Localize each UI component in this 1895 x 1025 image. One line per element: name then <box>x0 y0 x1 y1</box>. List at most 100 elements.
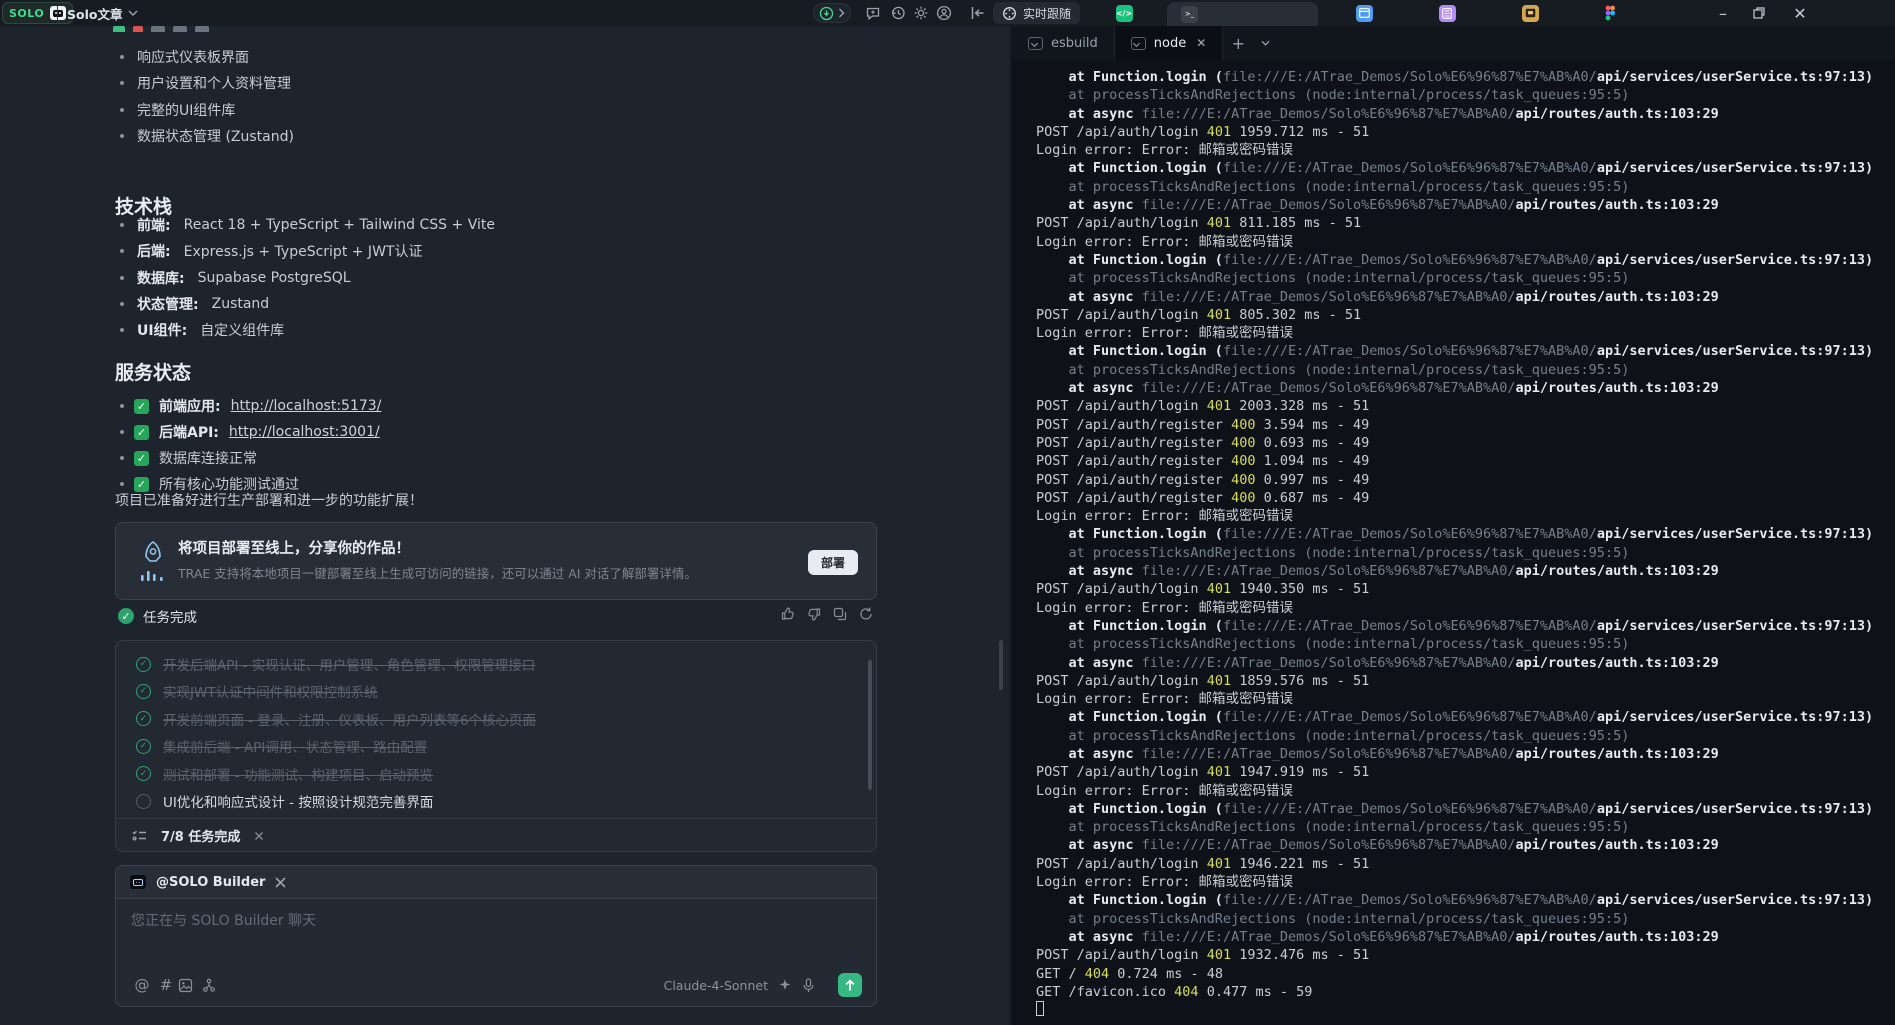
chat-agent-header: @SOLO Builder <box>116 866 876 899</box>
terminal-line: at Function.login (file:///E:/ATrae_Demo… <box>1036 68 1895 86</box>
tab-list-tool[interactable] <box>1438 4 1456 22</box>
settings-gear-button[interactable] <box>912 4 930 22</box>
terminal-line: at Function.login (file:///E:/ATrae_Demo… <box>1036 159 1895 177</box>
terminal-tab-esbuild[interactable]: esbuild <box>1012 26 1115 60</box>
mcp-tools-button[interactable] <box>202 978 226 993</box>
chat-input-card: @SOLO Builder 您正在与 SOLO Builder 聊天 @ # C… <box>115 865 877 1007</box>
chat-panel: 响应式仪表板界面用户设置和个人资料管理完整的UI组件库数据状态管理 (Zusta… <box>0 26 1010 1025</box>
history-button[interactable] <box>889 4 907 22</box>
task-done-icon: ✓ <box>136 739 151 754</box>
thumbs-up-icon[interactable] <box>780 606 796 622</box>
list-item-text: 完整的UI组件库 <box>137 100 235 120</box>
package-icon <box>1522 5 1539 22</box>
terminal-line: at async file:///E:/ATrae_Demos/Solo%E6%… <box>1036 928 1895 946</box>
bullet-dot <box>120 482 124 486</box>
terminal-line: POST /api/auth/login 401 1940.350 ms - 5… <box>1036 580 1895 598</box>
terminal-output[interactable]: at Function.login (file:///E:/ATrae_Demo… <box>1036 68 1895 1025</box>
localhost-link[interactable]: http://localhost:3001/ <box>229 424 380 440</box>
window-close-button[interactable]: ✕ <box>1783 0 1817 26</box>
terminal-line: at processTicksAndRejections (node:inter… <box>1036 178 1895 196</box>
model-selector[interactable]: Claude-4-Sonnet <box>664 978 768 993</box>
localhost-link[interactable]: http://localhost:5173/ <box>231 398 382 414</box>
terminal-line: at async file:///E:/ATrae_Demos/Solo%E6%… <box>1036 288 1895 306</box>
check-circle-icon: ✓ <box>118 608 134 624</box>
tab-browser-tool[interactable] <box>1355 4 1373 22</box>
window-minimize-button[interactable]: – <box>1706 0 1740 26</box>
list-item: 后端: Express.js + TypeScript + JWT认证 <box>120 238 880 264</box>
task-row: ✓实现JWT认证中间件和权限控制系统 <box>136 680 836 702</box>
panel-scrollbar[interactable] <box>999 640 1003 690</box>
collapse-left-button[interactable] <box>969 4 987 22</box>
terminal-line: Login error: Error: 邮箱或密码错误 <box>1036 233 1895 251</box>
tech-value: 自定义组件库 <box>200 320 284 340</box>
mention-button[interactable]: @ <box>130 976 154 994</box>
task-list-scrollbar[interactable] <box>868 660 872 790</box>
task-text: 实现JWT认证中间件和权限控制系统 <box>163 681 378 701</box>
send-button[interactable] <box>838 973 862 997</box>
tab-terminal-tool[interactable]: >_ <box>1167 2 1318 26</box>
task-row: ✓ 集成前后端 - API调用、状态管理、路由配置 <box>136 735 836 757</box>
terminal-line: at async file:///E:/ATrae_Demos/Solo%E6%… <box>1036 379 1895 397</box>
new-terminal-button[interactable]: + <box>1223 26 1253 60</box>
terminal-line: at Function.login (file:///E:/ATrae_Demo… <box>1036 800 1895 818</box>
tech-label: 数据库: <box>137 268 185 288</box>
terminal-tab-node[interactable]: node✕ <box>1115 26 1224 60</box>
task-text: UI优化和响应式设计 - 按照设计规范完善界面 <box>163 791 433 811</box>
copy-icon[interactable] <box>832 606 848 622</box>
terminal-dropdown-button[interactable] <box>1253 26 1277 60</box>
refresh-icon[interactable] <box>858 606 874 622</box>
download-circle-icon <box>819 6 834 21</box>
enhance-prompt-icon[interactable] <box>778 978 802 992</box>
terminal-line: POST /api/auth/login 401 1859.576 ms - 5… <box>1036 672 1895 690</box>
task-complete-status: ✓ 任务完成 <box>118 604 197 628</box>
terminal-line: POST /api/auth/login 401 805.302 ms - 51 <box>1036 306 1895 324</box>
chat-input[interactable]: 您正在与 SOLO Builder 聊天 <box>131 910 316 930</box>
account-button[interactable] <box>935 4 953 22</box>
tab-package-tool[interactable] <box>1521 4 1539 22</box>
window-restore-button[interactable] <box>1742 0 1776 26</box>
new-chat-button[interactable] <box>864 4 882 22</box>
terminal-line: POST /api/auth/login 401 1946.221 ms - 5… <box>1036 855 1895 873</box>
terminal-line: Login error: Error: 邮箱或密码错误 <box>1036 507 1895 525</box>
terminal-line: at processTicksAndRejections (node:inter… <box>1036 269 1895 287</box>
list-item: 数据库: Supabase PostgreSQL <box>120 265 880 291</box>
task-text: 集成前后端 - API调用、状态管理、路由配置 <box>163 736 427 756</box>
tab-code-preview[interactable]: </> <box>1115 4 1133 22</box>
terminal-line: at processTicksAndRejections (node:inter… <box>1036 544 1895 562</box>
list-item-text: 响应式仪表板界面 <box>137 47 249 67</box>
deploy-status-pill[interactable] <box>813 3 851 23</box>
task-pending-icon <box>136 794 151 809</box>
realtime-follow-toggle[interactable]: 实时跟随 <box>993 2 1080 24</box>
task-row: ✓开发后端API - 实现认证、用户管理、角色管理、权限管理接口 <box>136 653 836 675</box>
chevron-right-icon <box>838 8 845 18</box>
context-button[interactable]: # <box>154 976 178 994</box>
image-attach-button[interactable] <box>178 978 202 993</box>
task-footer: 7/8 任务完成 <box>116 819 876 852</box>
terminal-line: POST /api/auth/register 400 3.594 ms - 4… <box>1036 416 1895 434</box>
task-progress-label: 7/8 任务完成 <box>161 826 240 845</box>
task-complete-label: 任务完成 <box>143 606 197 626</box>
bullet-dot <box>120 55 124 59</box>
close-icon[interactable]: ✕ <box>1196 36 1206 50</box>
deploy-button[interactable]: 部署 <box>808 550 858 575</box>
microphone-icon[interactable] <box>802 978 826 993</box>
figma-icon[interactable] <box>1601 4 1619 22</box>
terminal-line: Login error: Error: 邮箱或密码错误 <box>1036 599 1895 617</box>
deploy-subtitle: TRAE 支持将本地项目一键部署至线上生成可访问的链接，还可以通过 AI 对话了… <box>178 563 697 582</box>
follow-label: 实时跟随 <box>1023 5 1071 22</box>
document-title-dropdown[interactable]: Solo文章 <box>67 0 138 26</box>
terminal-line: at async file:///E:/ATrae_Demos/Solo%E6%… <box>1036 105 1895 123</box>
list-item-text: 用户设置和个人资料管理 <box>137 73 291 93</box>
list-item: 用户设置和个人资料管理 <box>120 70 880 96</box>
terminal-icon <box>1028 37 1043 50</box>
terminal-panel: esbuildnode✕+ at Function.login (file://… <box>1012 26 1895 1025</box>
task-row: UI优化和响应式设计 - 按照设计规范完善界面 <box>136 790 836 812</box>
task-done-icon: ✓ <box>136 766 151 781</box>
solo-mode-badge[interactable]: SOLO <box>2 2 73 24</box>
thumbs-down-icon[interactable] <box>806 606 822 622</box>
terminal-line: at async file:///E:/ATrae_Demos/Solo%E6%… <box>1036 745 1895 763</box>
tech-value: React 18 + TypeScript + Tailwind CSS + V… <box>184 217 495 233</box>
bullet-dot <box>120 223 124 227</box>
tech-value: Supabase PostgreSQL <box>198 270 351 286</box>
close-icon[interactable] <box>254 831 264 841</box>
